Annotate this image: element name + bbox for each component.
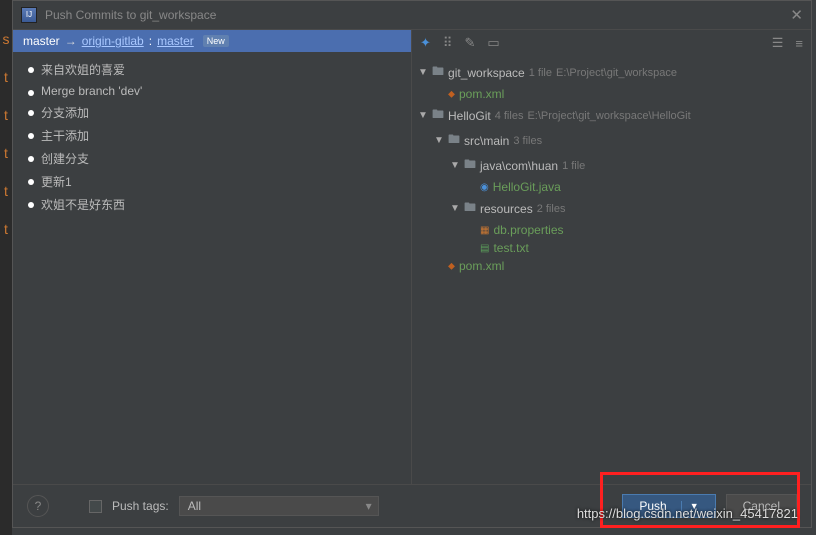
collapse-icon[interactable]: ≡ xyxy=(795,36,803,51)
commit-item[interactable]: 主干添加 xyxy=(13,124,411,147)
settings-icon[interactable]: ☰ xyxy=(772,35,784,51)
xml-icon: ⬥ xyxy=(448,89,455,100)
tree-folder[interactable]: ▼ 🖿 resources 2 files xyxy=(412,196,811,221)
commit-item[interactable]: 来自欢姐的喜爱 xyxy=(13,58,411,81)
text-icon: ▤ xyxy=(480,243,489,254)
branch-header[interactable]: master → origin-gitlab : master New xyxy=(13,30,411,52)
edit-icon[interactable]: ✎ xyxy=(464,35,475,51)
group-icon[interactable]: ✦ xyxy=(420,35,431,51)
dialog-footer: ? Push tags: All Push ▼ Cancel xyxy=(13,485,811,527)
folder-icon: 🖿 xyxy=(464,198,476,219)
properties-icon: ▦ xyxy=(480,225,489,236)
commit-item[interactable]: 分支添加 xyxy=(13,101,411,124)
app-icon: IJ xyxy=(21,7,37,23)
folder-icon: 🖿 xyxy=(432,62,444,83)
tree-folder[interactable]: ▼ 🖿 HelloGit 4 files E:\Project\git_work… xyxy=(412,103,811,128)
new-badge: New xyxy=(203,35,229,47)
expand-icon[interactable]: ⠿ xyxy=(443,35,453,51)
remote-branch-link[interactable]: master xyxy=(157,34,194,48)
file-tree: ▼ 🖿 git_workspace 1 file E:\Project\git_… xyxy=(412,56,811,279)
tree-folder[interactable]: ▼ 🖿 java\com\huan 1 file xyxy=(412,153,811,178)
tree-file[interactable]: ▦ db.properties xyxy=(412,221,811,239)
tree-file[interactable]: ▤ test.txt xyxy=(412,239,811,257)
tree-file[interactable]: ⬥ pom.xml xyxy=(412,257,811,275)
editor-gutter: sttttt xyxy=(0,0,12,535)
chevron-down-icon[interactable]: ▼ xyxy=(418,110,428,121)
commit-item[interactable]: 创建分支 xyxy=(13,147,411,170)
remote-link[interactable]: origin-gitlab xyxy=(82,34,144,48)
push-tags-label: Push tags: xyxy=(112,499,169,513)
push-button[interactable]: Push ▼ xyxy=(622,494,715,518)
chevron-down-icon[interactable]: ▼ xyxy=(434,135,444,146)
tree-folder[interactable]: ▼ 🖿 src\main 3 files xyxy=(412,128,811,153)
folder-icon: 🖿 xyxy=(464,155,476,176)
arrow-icon: → xyxy=(65,34,77,48)
cancel-button[interactable]: Cancel xyxy=(726,494,797,518)
xml-icon: ⬥ xyxy=(448,261,455,272)
tree-file[interactable]: ◉ HelloGit.java xyxy=(412,178,811,196)
files-toolbar: ✦ ⠿ ✎ ▭ ☰ ≡ xyxy=(412,30,811,56)
commit-item[interactable]: Merge branch 'dev' xyxy=(13,81,411,101)
push-commits-dialog: IJ Push Commits to git_workspace ✕ maste… xyxy=(12,0,812,528)
titlebar: IJ Push Commits to git_workspace ✕ xyxy=(13,1,811,29)
chevron-down-icon[interactable]: ▼ xyxy=(450,160,460,171)
folder-icon: 🖿 xyxy=(448,130,460,151)
commit-item[interactable]: 欢姐不是好东西 xyxy=(13,193,411,216)
help-button[interactable]: ? xyxy=(27,495,49,517)
local-branch: master xyxy=(23,34,60,48)
close-icon[interactable]: ✕ xyxy=(790,6,803,24)
push-dropdown-icon[interactable]: ▼ xyxy=(681,501,699,511)
push-tags-select[interactable]: All xyxy=(179,496,379,516)
files-pane: ✦ ⠿ ✎ ▭ ☰ ≡ ▼ 🖿 git_workspace 1 file E:\… xyxy=(411,30,811,484)
folder-icon: 🖿 xyxy=(432,105,444,126)
dialog-title: Push Commits to git_workspace xyxy=(45,8,216,22)
commit-item[interactable]: 更新1 xyxy=(13,170,411,193)
chevron-down-icon[interactable]: ▼ xyxy=(450,203,460,214)
commit-list: 来自欢姐的喜爱 Merge branch 'dev' 分支添加 主干添加 创建分… xyxy=(13,52,411,222)
java-icon: ◉ xyxy=(480,182,489,193)
commits-pane: master → origin-gitlab : master New 来自欢姐… xyxy=(13,30,411,484)
chevron-down-icon[interactable]: ▼ xyxy=(418,67,428,78)
tree-folder[interactable]: ▼ 🖿 git_workspace 1 file E:\Project\git_… xyxy=(412,60,811,85)
push-tags-checkbox[interactable] xyxy=(89,500,102,513)
tree-file[interactable]: ⬥ pom.xml xyxy=(412,85,811,103)
view-icon[interactable]: ▭ xyxy=(487,35,499,51)
